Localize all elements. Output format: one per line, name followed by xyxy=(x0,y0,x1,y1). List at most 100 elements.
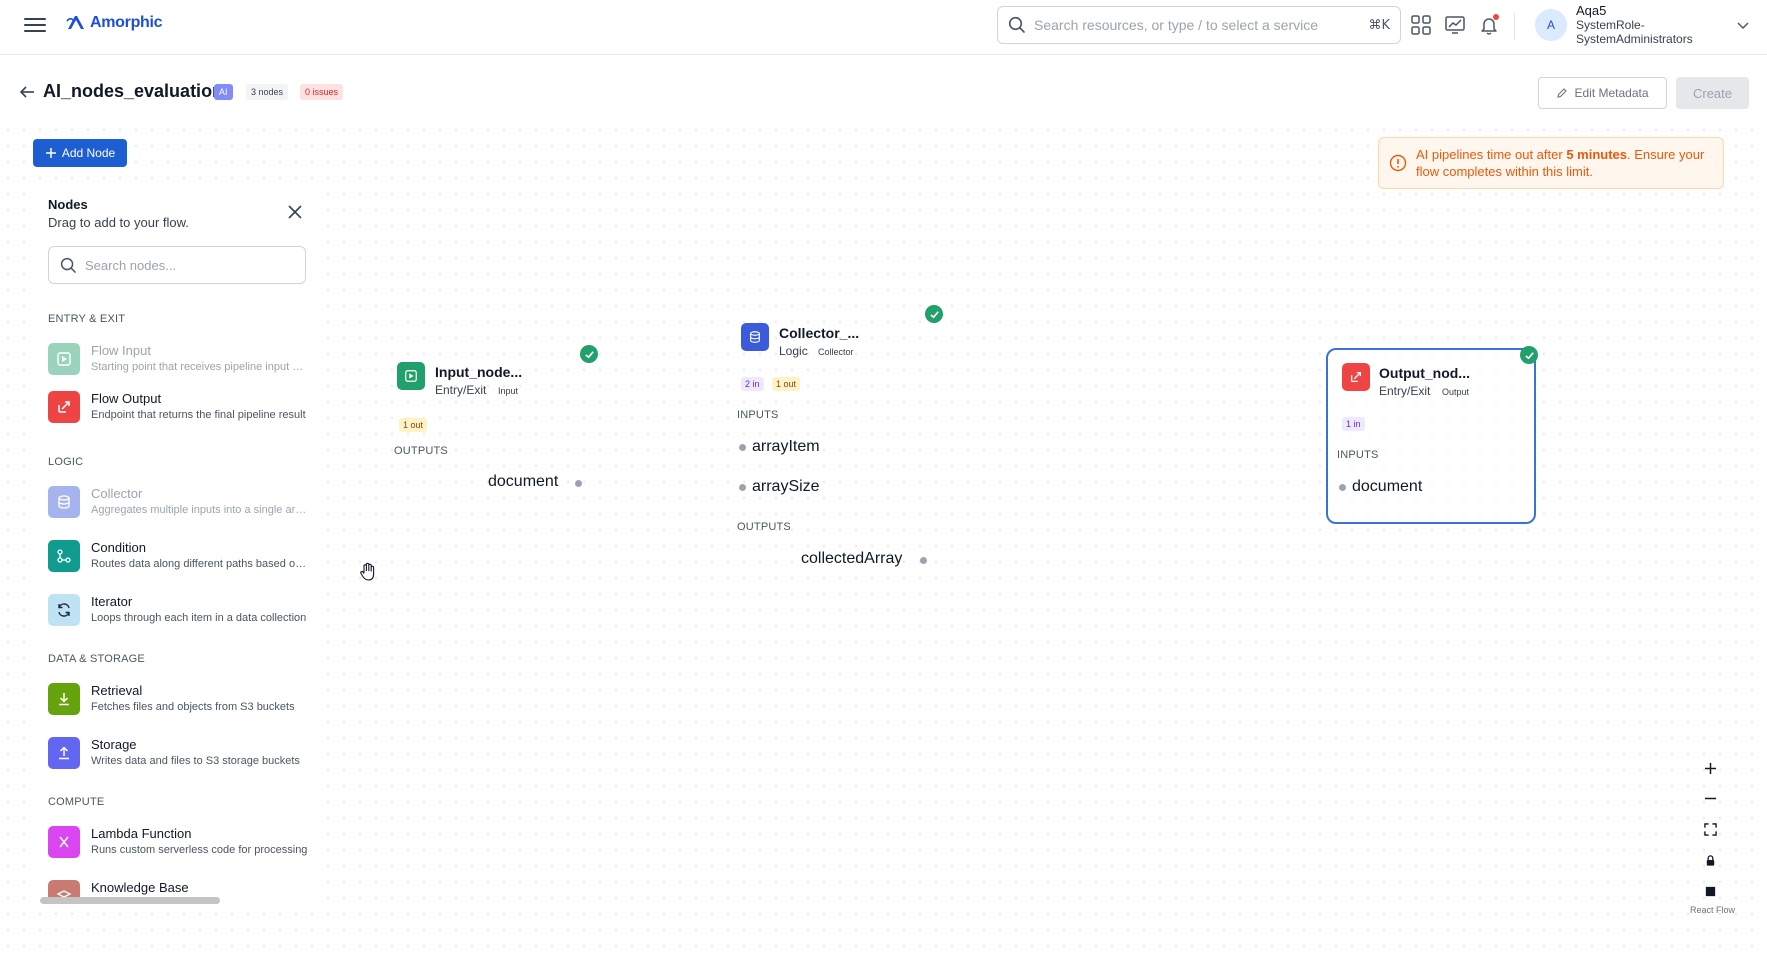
download-icon xyxy=(48,683,80,715)
search-icon xyxy=(1008,16,1025,33)
zoom-in-button[interactable] xyxy=(1700,758,1720,778)
grab-cursor-icon xyxy=(360,562,375,581)
output-port-label: document xyxy=(488,473,559,490)
palette-item-storage[interactable]: Storage Writes data and files to S3 stor… xyxy=(48,735,310,773)
refresh-icon xyxy=(48,594,80,626)
palette-item-lambda[interactable]: Lambda Function Runs custom serverless c… xyxy=(48,824,310,862)
top-nav-bar: Amorphic ⌘K A Aqa5 SystemRole- SystemAdm… xyxy=(0,0,1767,55)
palette-item-name: Flow Output xyxy=(91,391,162,406)
warning-icon xyxy=(1389,154,1407,172)
global-search-input[interactable] xyxy=(1034,17,1369,33)
avatar[interactable]: A xyxy=(1535,9,1567,41)
out-count-badge: 1 out xyxy=(772,377,801,391)
database-icon xyxy=(741,323,769,351)
node-search-input[interactable] xyxy=(85,257,294,273)
square-icon xyxy=(1705,886,1715,896)
flow-node-input[interactable]: Input_node... Entry/Exit Input 1 out OUT… xyxy=(390,345,610,505)
output-handle[interactable] xyxy=(920,557,927,564)
category-compute: COMPUTE xyxy=(48,796,105,808)
play-icon xyxy=(48,343,80,375)
apps-grid-icon[interactable] xyxy=(1410,14,1432,36)
nodes-count-badge: 3 nodes xyxy=(246,84,289,100)
pencil-icon xyxy=(1557,88,1568,98)
edit-metadata-button[interactable]: Edit Metadata xyxy=(1538,77,1667,109)
palette-item-name: Collector xyxy=(91,486,143,501)
chevron-down-icon[interactable] xyxy=(1736,18,1750,32)
notifications-button[interactable] xyxy=(1478,14,1500,36)
palette-item-flow-input[interactable]: Flow Input Starting point that receives … xyxy=(48,341,310,379)
analytics-icon[interactable] xyxy=(1444,14,1466,36)
node-search[interactable] xyxy=(48,246,306,284)
input-handle[interactable] xyxy=(1339,484,1346,491)
zoom-out-button[interactable] xyxy=(1700,788,1720,808)
palette-item-flow-output[interactable]: Flow Output Endpoint that returns the fi… xyxy=(48,389,310,427)
panel-scrollbar[interactable] xyxy=(40,897,220,904)
input-port-label: document xyxy=(1352,478,1423,495)
alert-text-bold: 5 minutes xyxy=(1566,147,1627,162)
palette-item-name: Knowledge Base xyxy=(91,880,189,895)
palette-item-condition[interactable]: Condition Routes data along different pa… xyxy=(48,538,310,576)
in-count-badge: 2 in xyxy=(741,377,764,391)
add-node-label: Add Node xyxy=(61,146,116,160)
palette-item-name: Retrieval xyxy=(91,683,143,698)
app-logo[interactable]: Amorphic xyxy=(66,13,163,33)
palette-item-collector[interactable]: Collector Aggregates multiple inputs int… xyxy=(48,484,310,522)
category-logic: LOGIC xyxy=(48,456,84,468)
out-count-badge: 1 out xyxy=(399,418,428,432)
notification-dot xyxy=(1493,14,1499,20)
nodes-panel: Nodes Drag to add to your flow. ENTRY & … xyxy=(33,186,318,906)
user-info[interactable]: Aqa5 SystemRole- SystemAdministrators xyxy=(1576,3,1693,47)
menu-icon[interactable] xyxy=(24,15,46,35)
fit-view-button[interactable] xyxy=(1700,819,1720,839)
input-handle[interactable] xyxy=(739,484,746,491)
category-data-storage: DATA & STORAGE xyxy=(48,653,145,665)
palette-item-iterator[interactable]: Iterator Loops through each item in a da… xyxy=(48,592,310,630)
inputs-label: INPUTS xyxy=(737,409,779,421)
node-type: Output xyxy=(1442,387,1470,397)
lambda-icon xyxy=(48,826,80,858)
palette-item-desc: Starting point that receives pipeline in… xyxy=(91,361,309,373)
add-node-button[interactable]: Add Node xyxy=(33,139,127,167)
palette-item-desc: Writes data and files to S3 storage buck… xyxy=(91,755,300,767)
minimap-toggle-button[interactable] xyxy=(1700,881,1720,901)
create-button[interactable]: Create xyxy=(1676,77,1749,109)
search-shortcut: ⌘K xyxy=(1368,17,1390,33)
valid-check-icon xyxy=(925,305,943,323)
output-handle[interactable] xyxy=(575,480,582,487)
close-icon[interactable] xyxy=(287,204,303,220)
user-role-line1: SystemRole- xyxy=(1576,18,1645,32)
exit-arrow-icon xyxy=(1342,363,1370,391)
panel-subtitle: Drag to add to your flow. xyxy=(48,215,189,230)
search-icon xyxy=(60,257,76,273)
react-flow-attribution[interactable]: React Flow xyxy=(1690,905,1735,915)
user-role-line2: SystemAdministrators xyxy=(1576,32,1693,46)
flow-node-collector[interactable]: Collector_... Logic Collector 2 in 1 out… xyxy=(732,305,952,575)
lock-button[interactable] xyxy=(1700,850,1720,870)
palette-item-retrieval[interactable]: Retrieval Fetches files and objects from… xyxy=(48,681,310,719)
back-arrow-icon[interactable] xyxy=(18,83,36,101)
node-title: Output_nod... xyxy=(1379,365,1470,381)
palette-item-desc: Loops through each item in a data collec… xyxy=(91,612,307,624)
lock-icon xyxy=(1706,854,1714,866)
palette-item-desc: Endpoint that returns the final pipeline… xyxy=(91,409,306,421)
node-category: Entry/Exit xyxy=(1379,384,1431,398)
in-count-badge: 1 in xyxy=(1342,417,1365,431)
node-title: Input_node... xyxy=(435,364,523,380)
node-category: Logic xyxy=(779,344,808,358)
plus-icon xyxy=(45,148,56,158)
exit-arrow-icon xyxy=(48,391,80,423)
app-name: Amorphic xyxy=(90,14,163,31)
user-name: Aqa5 xyxy=(1576,3,1607,18)
nav-divider xyxy=(1514,12,1515,40)
global-search[interactable]: ⌘K xyxy=(997,6,1401,44)
output-port-label: collectedArray xyxy=(801,550,903,567)
node-title: Collector_... xyxy=(779,325,860,341)
flow-node-output[interactable]: Output_nod... Entry/Exit Output 1 in INP… xyxy=(1326,346,1538,524)
valid-check-icon xyxy=(580,345,598,363)
node-type: Collector xyxy=(818,347,854,357)
outputs-label: OUTPUTS xyxy=(737,521,791,533)
category-entry-exit: ENTRY & EXIT xyxy=(48,313,126,325)
branch-icon xyxy=(48,540,80,572)
node-category: Entry/Exit xyxy=(435,383,487,397)
input-handle[interactable] xyxy=(739,444,746,451)
